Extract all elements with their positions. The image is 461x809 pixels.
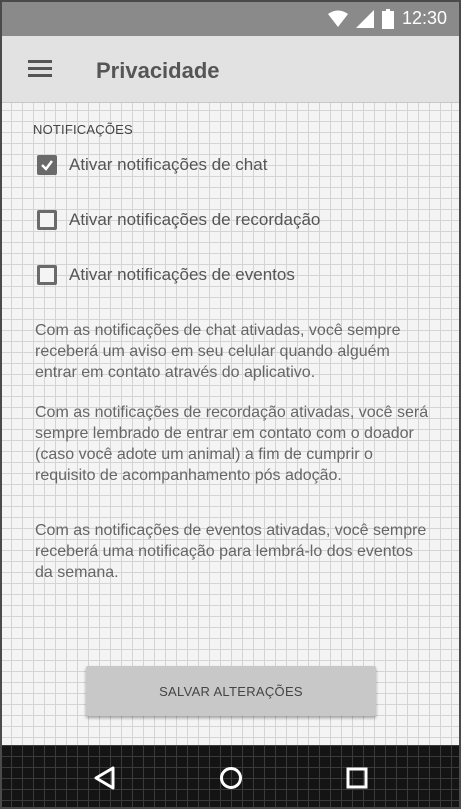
save-changes-button[interactable]: SALVAR ALTERAÇÕES (86, 666, 376, 716)
page-title: Privacidade (96, 58, 220, 83)
chat-notifications-checkbox[interactable] (37, 155, 57, 175)
chat-notifications-option[interactable]: Ativar notificações de chat (37, 155, 267, 175)
recents-icon[interactable] (344, 765, 370, 791)
events-notifications-option[interactable]: Ativar notificações de eventos (37, 265, 295, 285)
status-icons: 12:30 (327, 8, 447, 29)
home-icon[interactable] (218, 765, 244, 791)
events-notifications-label: Ativar notificações de eventos (69, 265, 295, 284)
reminder-notifications-description: Com as notificações de recordação ativad… (35, 404, 429, 484)
wifi-icon (327, 10, 348, 27)
menu-icon[interactable] (28, 60, 52, 78)
chat-notifications-label: Ativar notificações de chat (69, 155, 268, 174)
navigation-bar (0, 745, 461, 809)
battery-icon (381, 8, 394, 29)
back-icon[interactable] (92, 765, 118, 791)
status-bar: 12:30 (0, 0, 461, 36)
signal-icon (355, 9, 374, 28)
checkmark-icon (41, 160, 53, 171)
events-notifications-description: Com as notificações de eventos ativadas,… (35, 522, 427, 581)
chat-notifications-description: Com as notificações de chat ativadas, vo… (35, 322, 401, 381)
events-notifications-checkbox[interactable] (37, 265, 57, 285)
reminder-notifications-option[interactable]: Ativar notificações de recordação (37, 210, 320, 230)
app-bar: Privacidade (0, 36, 461, 103)
status-time: 12:30 (401, 8, 447, 28)
reminder-notifications-checkbox[interactable] (37, 210, 57, 230)
section-title-notifications: NOTIFICAÇÕES (33, 122, 133, 137)
reminder-notifications-label: Ativar notificações de recordação (69, 210, 321, 229)
